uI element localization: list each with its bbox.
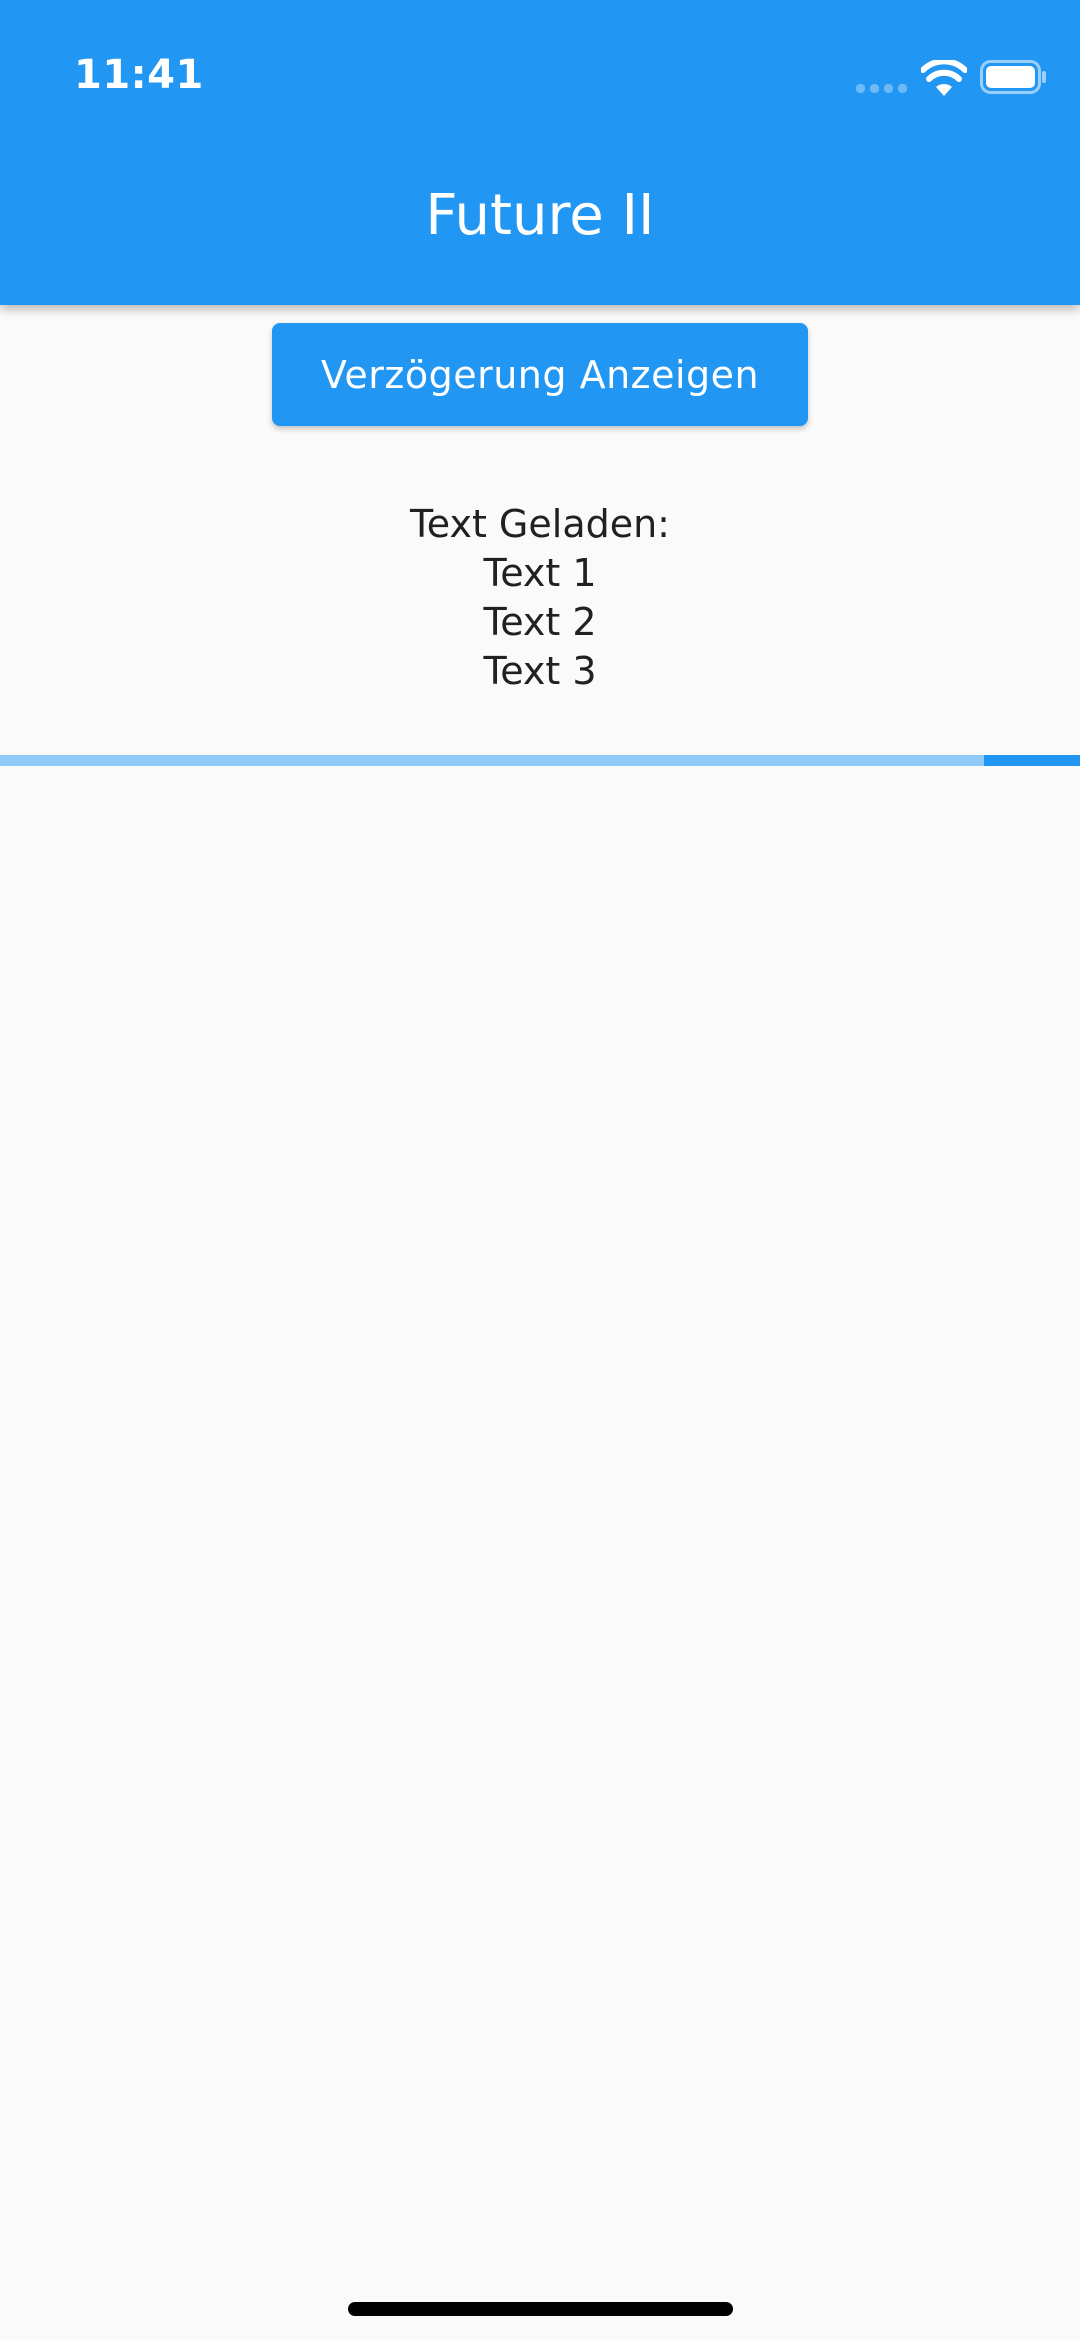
cellular-signal-icon (856, 84, 907, 93)
battery-icon (980, 60, 1046, 94)
wifi-icon (921, 60, 967, 96)
loaded-item: Text 3 (483, 649, 597, 693)
loaded-item: Text 1 (483, 551, 597, 595)
loaded-heading: Text Geladen: (410, 502, 670, 546)
status-bar-time: 11:41 (74, 52, 204, 98)
loaded-item: Text 2 (483, 600, 597, 644)
show-delay-button[interactable]: Verzögerung Anzeigen (272, 323, 808, 426)
home-indicator[interactable] (348, 2302, 733, 2316)
page-title: Future II (425, 183, 655, 248)
linear-progress-indicator (0, 755, 1080, 766)
progress-indicator-bar (983, 755, 1080, 766)
app-bar: 11:41 Future II (0, 0, 1080, 305)
loaded-text-block: Text Geladen: Text 1 Text 2 Text 3 (0, 500, 1080, 696)
